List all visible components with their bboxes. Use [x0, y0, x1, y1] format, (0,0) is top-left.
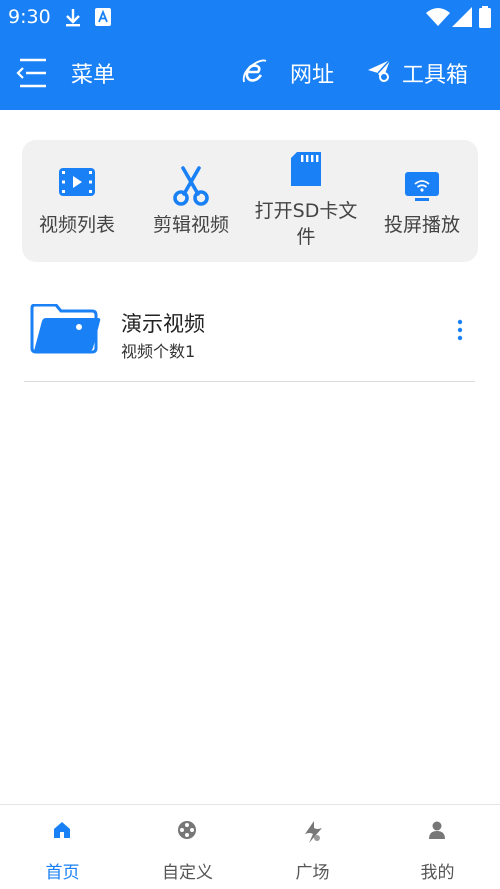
more-options-icon[interactable] — [452, 318, 468, 342]
url-label: 网址 — [290, 63, 335, 88]
cast-screen-icon — [405, 172, 439, 201]
status-bar: 9:30 — [0, 0, 500, 36]
nav-label: 自定义 — [162, 863, 213, 883]
menu-back-icon — [16, 58, 46, 88]
quick-action-label: 视频列表 — [38, 214, 115, 236]
nav-home[interactable]: 首页 — [0, 805, 125, 889]
nav-label: 我的 — [420, 863, 455, 883]
folder-icon — [30, 304, 101, 354]
nav-label: 首页 — [45, 863, 80, 883]
app-notification-icon — [95, 8, 111, 26]
nav-mine[interactable]: 我的 — [375, 805, 500, 889]
toolbox-icon — [368, 59, 391, 82]
film-reel-icon — [178, 821, 196, 839]
app-bar-title: 菜单 — [71, 63, 116, 88]
menu-button[interactable] — [16, 54, 56, 94]
quick-action-label: 剪辑视频 — [152, 214, 229, 236]
download-icon — [66, 9, 80, 27]
toolbox-button[interactable]: 工具箱 — [362, 50, 488, 94]
scissors-icon — [173, 166, 209, 206]
signal-icon — [452, 7, 472, 27]
wifi-icon — [426, 8, 450, 26]
quick-action-label: 打开SD卡文件 — [254, 200, 358, 248]
quick-action-label: 投屏播放 — [383, 214, 460, 236]
battery-icon — [479, 6, 491, 28]
sd-card-icon — [291, 152, 321, 186]
nav-label: 广场 — [295, 863, 330, 883]
folder-video-count: 视频个数1 — [121, 342, 196, 361]
folder-name: 演示视频 — [121, 312, 205, 336]
toolbox-label: 工具箱 — [402, 63, 469, 88]
bottom-nav: 首页 自定义 广场 我的 — [0, 804, 500, 889]
home-icon — [54, 822, 70, 838]
quick-actions-card: 视频列表 剪辑视频 打开SD卡文件 投屏播放 — [22, 140, 478, 262]
nav-plaza[interactable]: 广场 — [250, 805, 375, 889]
video-list-icon — [59, 168, 95, 196]
quick-action-cast[interactable]: 投屏播放 — [366, 140, 478, 262]
quick-action-edit-video[interactable]: 剪辑视频 — [136, 140, 246, 262]
folder-list-item[interactable]: 演示视频 视频个数1 — [24, 290, 476, 382]
url-button[interactable]: 网址 — [236, 50, 346, 94]
person-icon — [429, 821, 445, 839]
app-bar: 菜单 网址 工具箱 — [0, 36, 500, 110]
quick-action-open-sd[interactable]: 打开SD卡文件 — [250, 140, 362, 262]
browser-e-icon — [242, 59, 267, 83]
nav-custom[interactable]: 自定义 — [125, 805, 250, 889]
quick-action-video-list[interactable]: 视频列表 — [22, 140, 132, 262]
status-time: 9:30 — [8, 6, 51, 28]
list-divider — [24, 381, 475, 382]
plaza-icon — [305, 821, 322, 843]
